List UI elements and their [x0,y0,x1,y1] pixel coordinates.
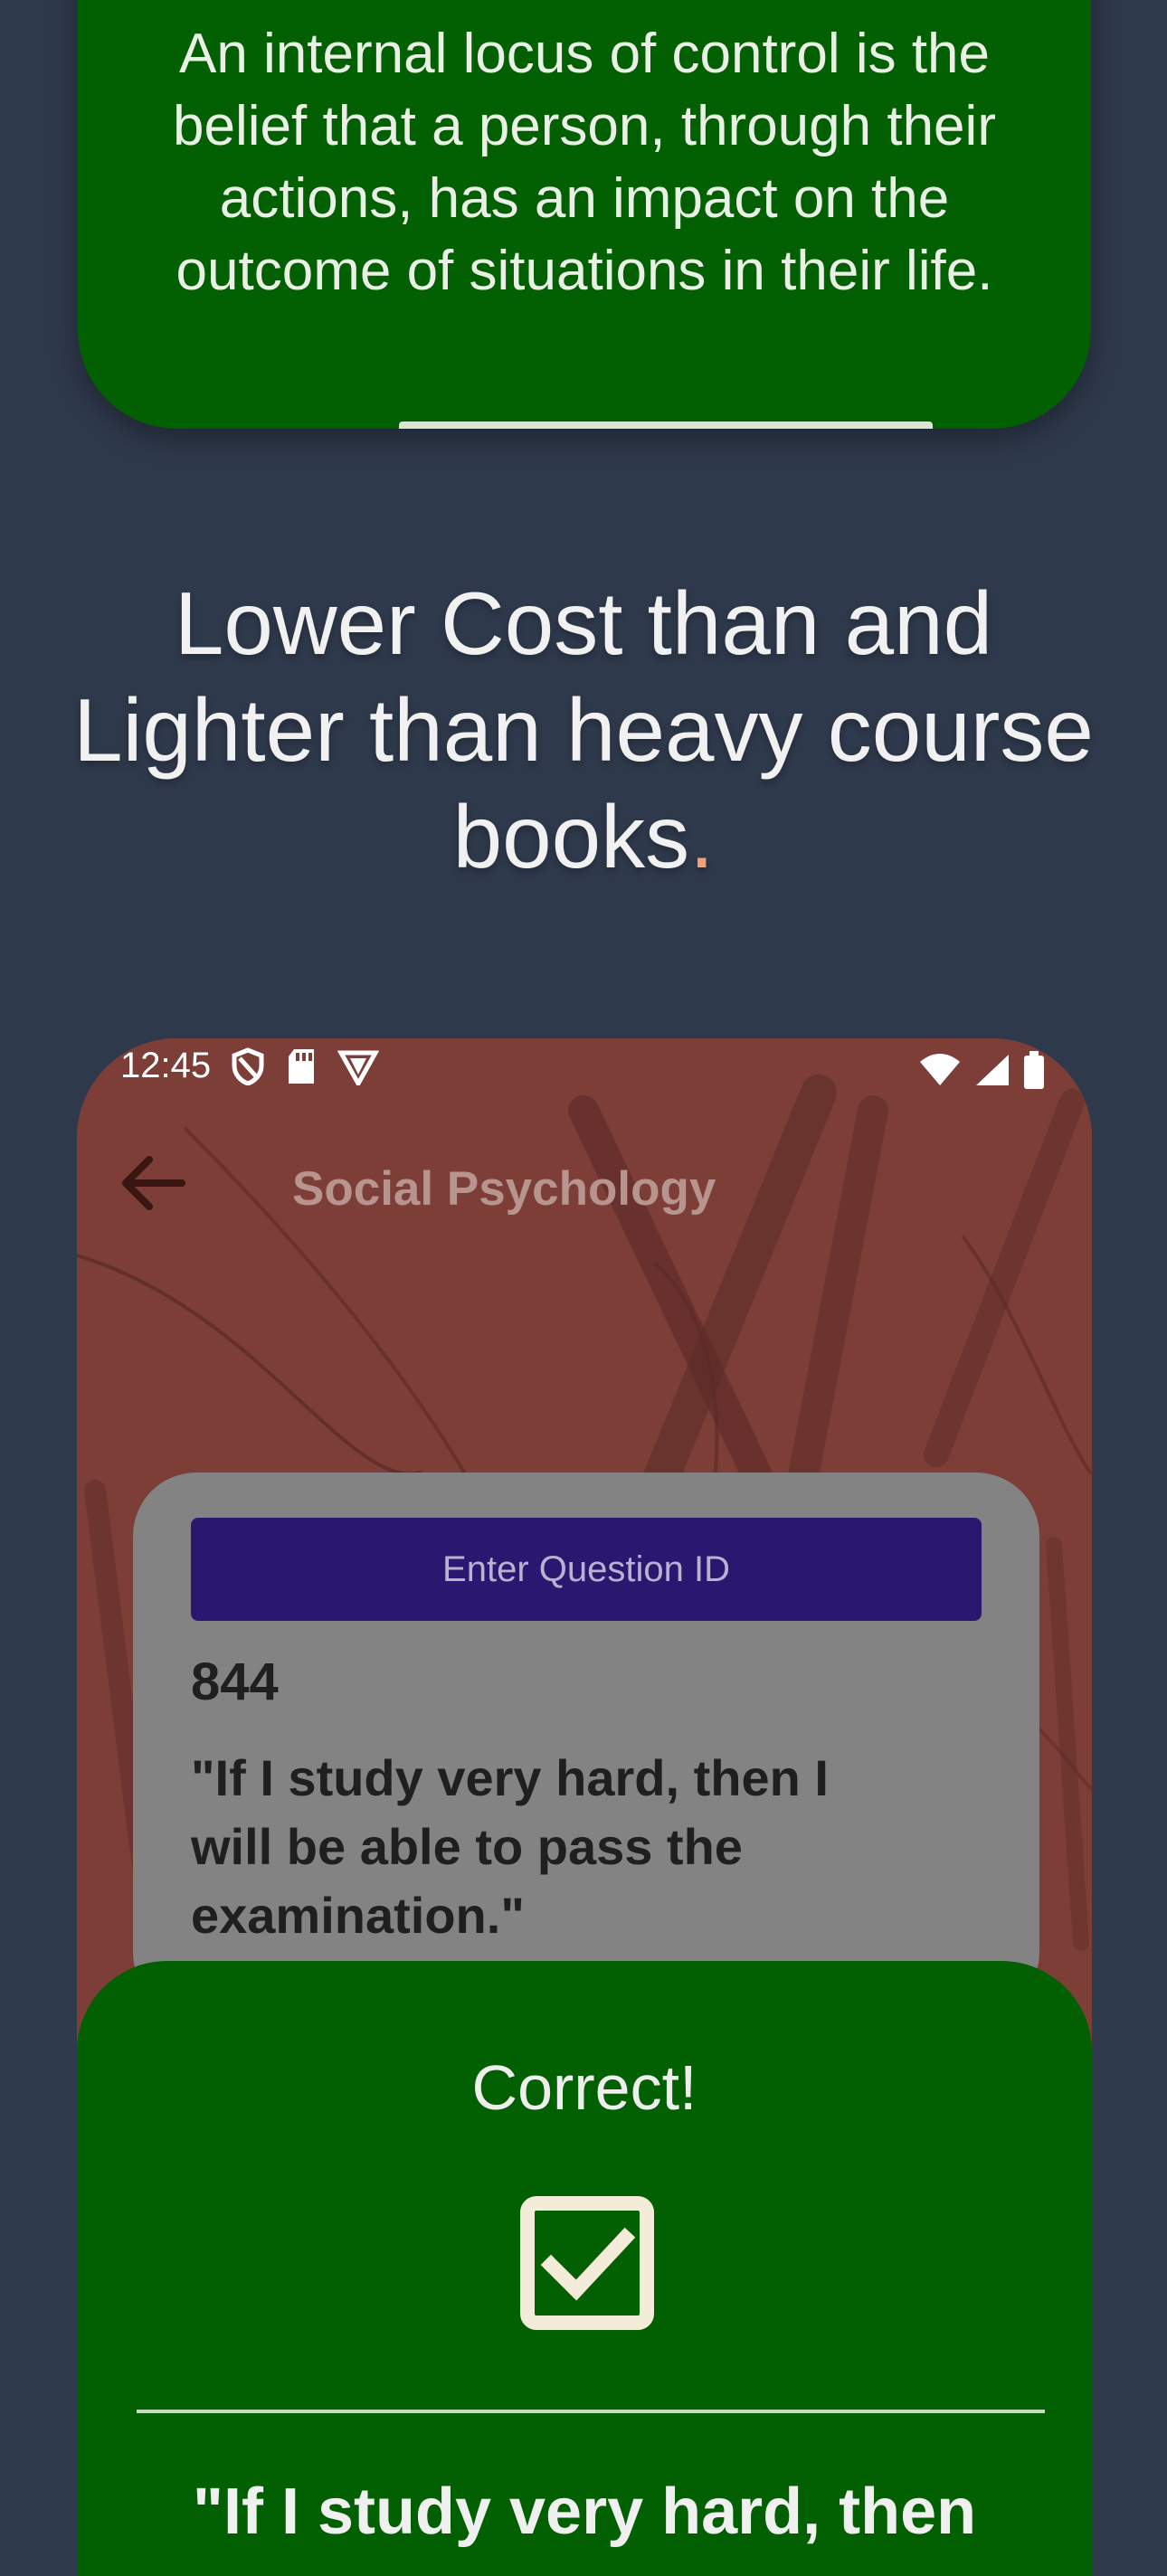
card-handle-bar [399,421,933,429]
enter-question-id-button[interactable]: Enter Question ID [191,1518,982,1621]
back-button[interactable] [113,1147,194,1219]
result-quote-preview: "If I study very hard, then [192,2476,977,2548]
headline-dot: . [689,787,715,886]
status-bar: 12:45 [77,1038,1092,1102]
status-icons-left [231,1047,379,1085]
result-panel: Correct! "If I study very hard, then [77,1961,1092,2576]
result-divider [137,2410,1045,2413]
wifi-icon [920,1054,960,1085]
question-text: "If I study very hard, then I will be ab… [191,1749,829,1944]
battery-icon [1024,1051,1044,1089]
status-time: 12:45 [120,1046,212,1085]
vpn-shield-icon [337,1050,379,1085]
explanation-card: An internal locus of control is the beli… [78,0,1091,429]
marketing-headline: Lower Cost than and Lighter than heavy c… [72,570,1095,890]
back-arrow-icon [122,1156,185,1210]
headline-text: Lower Cost than and Lighter than heavy c… [73,573,1094,886]
result-title: Correct! [471,2052,697,2123]
question-id: 844 [191,1653,279,1711]
cell-signal-icon [976,1055,1009,1085]
status-icons-right [918,1051,1045,1089]
checkbox-checked-icon [520,2196,654,2330]
sd-card-icon [289,1049,314,1084]
question-card: Enter Question ID 844 "If I study very h… [133,1473,1039,2015]
phone-screenshot: 12:45 Social Psychology Enter Question I… [77,1038,1092,2576]
screen-title: Social Psychology [292,1162,716,1216]
shield-icon [232,1047,264,1085]
explanation-text: An internal locus of control is the beli… [173,23,996,302]
app-bar: Social Psychology [77,1111,1092,1255]
